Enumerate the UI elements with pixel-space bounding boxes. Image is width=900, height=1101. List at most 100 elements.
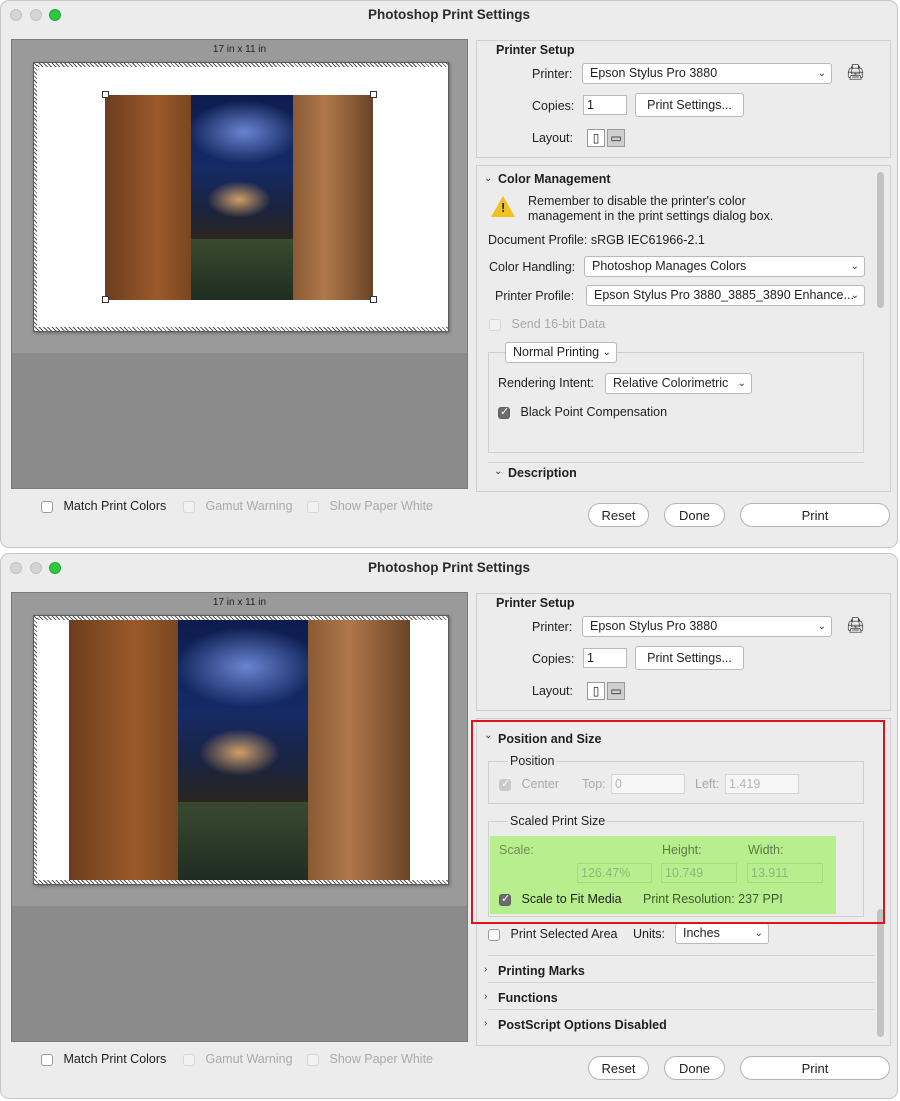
margin-hatch-bottom xyxy=(34,327,448,331)
checkbox-box[interactable] xyxy=(41,500,53,513)
printer-profile-label: Printer Profile: xyxy=(495,289,575,303)
color-handling-select[interactable]: Photoshop Manages Colors ⌄ xyxy=(584,256,865,277)
checkbox-box[interactable] xyxy=(489,318,501,331)
reset-button[interactable]: Reset xyxy=(588,1056,649,1080)
checkbox-box[interactable] xyxy=(488,928,500,941)
resize-handle-br[interactable] xyxy=(370,296,377,303)
description-title: Description xyxy=(508,466,577,480)
paper-size-label: 17 in x 11 in xyxy=(212,44,267,55)
chevron-down-icon: ⌄ xyxy=(754,928,763,939)
normal-printing-select[interactable]: Normal Printing ⌄ xyxy=(505,342,617,363)
printer-select[interactable]: Epson Stylus Pro 3880 ⌄ xyxy=(582,63,832,84)
chevron-right-icon[interactable]: › xyxy=(484,964,487,975)
color-management-panel: ⌄ Color Management ! Remember to disable… xyxy=(476,165,891,492)
printer-select[interactable]: Epson Stylus Pro 3880 ⌄ xyxy=(582,616,832,637)
copies-field[interactable]: 1 xyxy=(583,648,627,668)
functions-title[interactable]: Functions xyxy=(498,991,558,1005)
black-point-checkbox[interactable]: Black Point Compensation xyxy=(498,405,667,419)
printing-marks-title[interactable]: Printing Marks xyxy=(498,964,585,978)
done-button[interactable]: Done xyxy=(664,1056,725,1080)
checkbox-box[interactable] xyxy=(183,1053,195,1066)
print-selected-area-checkbox[interactable]: Print Selected Area xyxy=(488,927,618,941)
copies-field[interactable]: 1 xyxy=(583,95,627,115)
landscape-layout-icon[interactable]: ▭ xyxy=(607,682,625,700)
minimize-window-button[interactable] xyxy=(30,562,42,574)
units-select[interactable]: Inches ⌄ xyxy=(675,923,769,944)
printer-profile-select[interactable]: Epson Stylus Pro 3880_3885_3890 Enhance.… xyxy=(586,285,865,306)
show-paper-white-checkbox[interactable]: Show Paper White xyxy=(307,1052,433,1066)
print-preview: 17 in x 11 in xyxy=(11,592,468,1042)
print-settings-button[interactable]: Print Settings... xyxy=(635,93,744,117)
printer-setup-title: Printer Setup xyxy=(496,43,575,57)
layout-label: Layout: xyxy=(532,131,574,145)
checkbox-box[interactable] xyxy=(498,405,510,419)
chevron-down-icon: ⌄ xyxy=(817,621,826,632)
chevron-right-icon[interactable]: › xyxy=(484,1018,487,1029)
window-title: Photoshop Print Settings xyxy=(368,7,530,22)
chevron-down-icon: ⌄ xyxy=(850,261,859,272)
resize-handle-tl[interactable] xyxy=(102,91,109,98)
resize-handle-bl[interactable] xyxy=(102,296,109,303)
minimize-window-button[interactable] xyxy=(30,9,42,21)
show-paper-white-checkbox[interactable]: Show Paper White xyxy=(307,499,433,513)
landscape-layout-icon[interactable]: ▭ xyxy=(607,129,625,147)
preview-photo[interactable] xyxy=(105,95,373,300)
checkbox-box[interactable] xyxy=(307,1053,319,1066)
print-button[interactable]: Print xyxy=(740,503,890,527)
margin-hatch-right xyxy=(34,616,37,884)
checkbox-box[interactable] xyxy=(183,500,195,513)
chevron-right-icon[interactable]: › xyxy=(484,991,487,1002)
portrait-layout-icon[interactable]: ▯ xyxy=(587,682,605,700)
margin-hatch-right xyxy=(34,63,37,331)
print-preview: 17 in x 11 in xyxy=(11,39,468,489)
match-print-colors-checkbox[interactable]: Match Print Colors xyxy=(41,1052,166,1066)
copies-label: Copies: xyxy=(532,99,575,113)
paper-size-label: 17 in x 11 in xyxy=(212,597,267,608)
add-printer-icon[interactable]: 🖨 xyxy=(846,616,865,634)
chevron-down-icon[interactable]: ⌄ xyxy=(484,173,492,184)
highlight-box xyxy=(471,720,885,924)
scrollbar-thumb[interactable] xyxy=(877,909,884,1037)
chevron-down-icon: ⌄ xyxy=(737,378,746,389)
warning-text-line1: Remember to disable the printer's color xyxy=(528,194,746,208)
document-profile: Document Profile: sRGB IEC61966-2.1 xyxy=(488,233,705,247)
chevron-down-icon[interactable]: ⌄ xyxy=(494,466,502,477)
rendering-group: Normal Printing ⌄ Rendering Intent: Relat… xyxy=(488,342,864,453)
paper-sheet xyxy=(33,615,449,885)
match-print-colors-checkbox[interactable]: Match Print Colors xyxy=(41,499,166,513)
margin-hatch-bottom xyxy=(34,880,448,884)
rendering-intent-select[interactable]: Relative Colorimetric ⌄ xyxy=(605,373,752,394)
printer-setup-panel: Printer Setup Printer: Epson Stylus Pro … xyxy=(476,40,891,158)
send-16bit-checkbox[interactable]: Send 16-bit Data xyxy=(489,317,605,331)
close-window-button[interactable] xyxy=(10,9,22,21)
print-settings-window-2: Photoshop Print Settings 17 in x 11 in M… xyxy=(0,553,898,1099)
resize-handle-tr[interactable] xyxy=(370,91,377,98)
gamut-warning-checkbox[interactable]: Gamut Warning xyxy=(183,499,293,513)
print-settings-button[interactable]: Print Settings... xyxy=(635,646,744,670)
checkbox-box[interactable] xyxy=(307,500,319,513)
checkbox-box[interactable] xyxy=(41,1053,53,1066)
reset-button[interactable]: Reset xyxy=(588,503,649,527)
window-title: Photoshop Print Settings xyxy=(368,560,530,575)
close-window-button[interactable] xyxy=(10,562,22,574)
print-button[interactable]: Print xyxy=(740,1056,890,1080)
zoom-window-button[interactable] xyxy=(49,9,61,21)
scrollbar-thumb[interactable] xyxy=(877,172,884,308)
gamut-warning-checkbox[interactable]: Gamut Warning xyxy=(183,1052,293,1066)
printer-setup-panel: Printer Setup Printer: Epson Stylus Pro … xyxy=(476,593,891,711)
color-handling-label: Color Handling: xyxy=(489,260,576,274)
chevron-down-icon: ⌄ xyxy=(817,68,826,79)
chevron-down-icon: ⌄ xyxy=(602,347,611,358)
zoom-window-button[interactable] xyxy=(49,562,61,574)
print-settings-window-1: Photoshop Print Settings 17 in x 11 in M… xyxy=(0,0,898,548)
portrait-layout-icon[interactable]: ▯ xyxy=(587,129,605,147)
printer-label: Printer: xyxy=(532,67,573,81)
chevron-down-icon: ⌄ xyxy=(850,290,859,301)
warning-text-line2: management in the print settings dialog … xyxy=(528,209,774,223)
add-printer-icon[interactable]: 🖨 xyxy=(846,63,865,81)
preview-photo[interactable] xyxy=(69,620,410,880)
done-button[interactable]: Done xyxy=(664,503,725,527)
units-label: Units: xyxy=(633,927,665,941)
postscript-title[interactable]: PostScript Options Disabled xyxy=(498,1018,667,1032)
rendering-intent-label: Rendering Intent: xyxy=(498,376,594,390)
